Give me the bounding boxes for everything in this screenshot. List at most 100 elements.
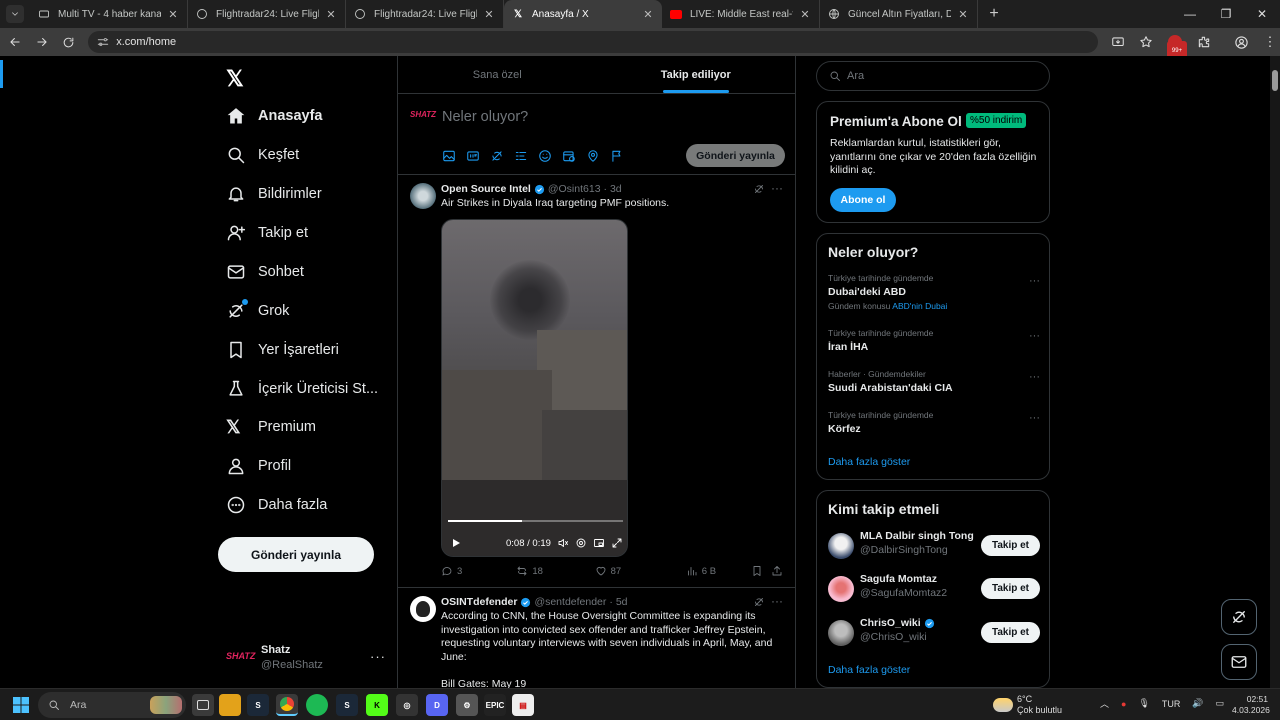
tab-list-button[interactable] [6, 5, 24, 23]
location-icon[interactable] [586, 149, 602, 165]
avatar[interactable] [828, 620, 854, 646]
windows-start-icon[interactable] [13, 697, 29, 713]
avatar[interactable] [410, 596, 436, 622]
gif-icon[interactable] [466, 149, 482, 165]
schedule-icon[interactable] [562, 149, 578, 165]
nav-item-explore[interactable]: Keşfet [226, 137, 299, 173]
more-icon[interactable]: ··· [370, 649, 386, 664]
more-icon[interactable]: ··· [1029, 412, 1040, 424]
task-view-icon[interactable] [192, 694, 214, 716]
avatar[interactable] [410, 183, 436, 209]
back-button[interactable] [3, 30, 27, 54]
microphone-icon[interactable]: 🎙 [1138, 698, 1149, 709]
author-name[interactable]: OSINTdefender [441, 596, 517, 608]
close-window-icon[interactable]: ✕ [1244, 0, 1280, 28]
fullscreen-icon[interactable] [611, 537, 623, 549]
tweet-time[interactable]: · 3d [604, 183, 622, 195]
more-icon[interactable]: ··· [771, 594, 783, 608]
tweet-time[interactable]: · 5d [609, 596, 627, 608]
scrollbar-thumb[interactable] [1272, 70, 1278, 91]
browser-tab[interactable]: Flightradar24: Live Flight Tracke ✕ [188, 0, 346, 28]
close-icon[interactable]: ✕ [167, 8, 179, 21]
clock[interactable]: 02:51 4.03.2026 [1232, 694, 1270, 716]
nav-item-chat[interactable]: Sohbet [226, 254, 304, 290]
settings-icon[interactable]: ⚙ [456, 694, 478, 716]
nav-item-bookmarks[interactable]: Yer İşaretleri [226, 332, 339, 368]
file-explorer-icon[interactable] [219, 694, 241, 716]
tray-app-icon[interactable]: ● [1121, 699, 1126, 709]
nav-item-notifications[interactable]: Bildirimler [226, 176, 322, 212]
views-button[interactable]: 6 B [686, 565, 751, 577]
grok-float-button[interactable] [1221, 599, 1257, 635]
composer-input[interactable]: Neler oluyor? [442, 109, 528, 125]
browser-tab[interactable]: Flightradar24: Live Flight Tracke ✕ [346, 0, 504, 28]
pip-icon[interactable] [593, 537, 605, 549]
trend-item[interactable]: Türkiye tarihinde gündemde Dubai'deki AB… [828, 273, 1040, 311]
nav-item-grok[interactable]: Grok [226, 293, 289, 329]
site-info-icon[interactable] [96, 35, 110, 49]
x-logo-icon[interactable]: 𝕏 [226, 66, 246, 91]
follow-suggestion[interactable]: ChrisO_wiki @ChrisO_wiki Takip et [828, 617, 1040, 649]
steam-icon[interactable]: S [247, 694, 269, 716]
new-tab-button[interactable]: + [982, 5, 1006, 23]
browser-tab[interactable]: Güncel Altın Fiyatları, Döviz Kur ✕ [820, 0, 978, 28]
more-icon[interactable]: ··· [1029, 330, 1040, 342]
flag-icon[interactable] [610, 149, 626, 165]
bookmark-button[interactable] [751, 565, 771, 577]
nav-item-premium[interactable]: 𝕏 Premium [226, 409, 316, 445]
tweet[interactable]: Open Source Intel @Osint613 · 3d ··· Air… [398, 175, 795, 588]
nav-item-home[interactable]: Anasayfa [226, 98, 322, 134]
close-icon[interactable]: ✕ [483, 8, 495, 21]
nav-item-more[interactable]: Daha fazla [226, 487, 327, 523]
taskbar-search[interactable]: Ara [38, 692, 186, 718]
close-icon[interactable]: ✕ [325, 8, 337, 21]
repost-button[interactable]: 18 [516, 565, 594, 577]
poll-icon[interactable] [514, 149, 530, 165]
install-app-icon[interactable] [1108, 32, 1128, 52]
weather-widget[interactable]: 6°C Çok bulutlu [993, 694, 1062, 716]
forward-button[interactable] [30, 30, 54, 54]
emoji-icon[interactable] [538, 149, 554, 165]
trend-sub-link[interactable]: ABD'nin Dubai [892, 301, 947, 311]
video-player[interactable]: 0:08 / 0:19 [441, 219, 628, 557]
document-app-icon[interactable]: ▤ [512, 694, 534, 716]
play-icon[interactable] [450, 537, 462, 549]
nav-item-profile[interactable]: Profil [226, 448, 291, 484]
follow-button[interactable]: Takip et [981, 622, 1040, 643]
tab-following[interactable]: Takip ediliyor [597, 56, 796, 93]
more-icon[interactable]: ··· [1029, 275, 1040, 287]
trend-item[interactable]: Türkiye tarihinde gündemde İran İHA ··· [828, 328, 1040, 366]
follow-button[interactable]: Takip et [981, 535, 1040, 556]
subscribe-button[interactable]: Abone ol [830, 188, 896, 212]
extensions-icon[interactable] [1194, 32, 1214, 52]
chrome-icon[interactable] [276, 694, 298, 716]
author-handle[interactable]: @sentdefender [534, 596, 606, 608]
search-input[interactable]: Ara [816, 61, 1050, 91]
reload-button[interactable] [57, 30, 81, 54]
discord-icon[interactable]: D [426, 694, 448, 716]
follow-button[interactable]: Takip et [981, 578, 1040, 599]
composer-post-button[interactable]: Gönderi yayınla [686, 144, 785, 167]
browser-menu-icon[interactable]: ⋮ [1260, 32, 1280, 52]
browser-tab-active[interactable]: 𝕏 Anasayfa / X ✕ [504, 0, 662, 28]
settings-icon[interactable] [575, 537, 587, 549]
mute-icon[interactable] [557, 537, 569, 549]
trends-show-more-link[interactable]: Daha fazla göster [828, 456, 910, 468]
steam-icon[interactable]: S [336, 694, 358, 716]
trend-item[interactable]: Türkiye tarihinde gündemde Körfez ··· [828, 410, 1040, 448]
grok-app-icon[interactable]: ◎ [396, 694, 418, 716]
close-icon[interactable]: ✕ [642, 8, 654, 21]
avatar[interactable] [828, 533, 854, 559]
spotify-icon[interactable] [306, 694, 328, 716]
grok-icon[interactable] [753, 183, 765, 195]
more-icon[interactable]: ··· [1029, 371, 1040, 383]
maximize-icon[interactable]: ❐ [1208, 0, 1244, 28]
tweet[interactable]: OSINTdefender @sentdefender · 5d ··· Acc… [398, 588, 795, 688]
volume-icon[interactable]: 🔊 [1192, 698, 1203, 709]
grok-icon[interactable] [753, 596, 765, 608]
language-indicator[interactable]: TUR [1162, 699, 1181, 709]
page-scrollbar[interactable] [1270, 56, 1280, 688]
more-icon[interactable]: ··· [771, 181, 783, 195]
profile-icon[interactable] [1232, 32, 1252, 52]
epic-games-icon[interactable]: EPIC [484, 694, 506, 716]
